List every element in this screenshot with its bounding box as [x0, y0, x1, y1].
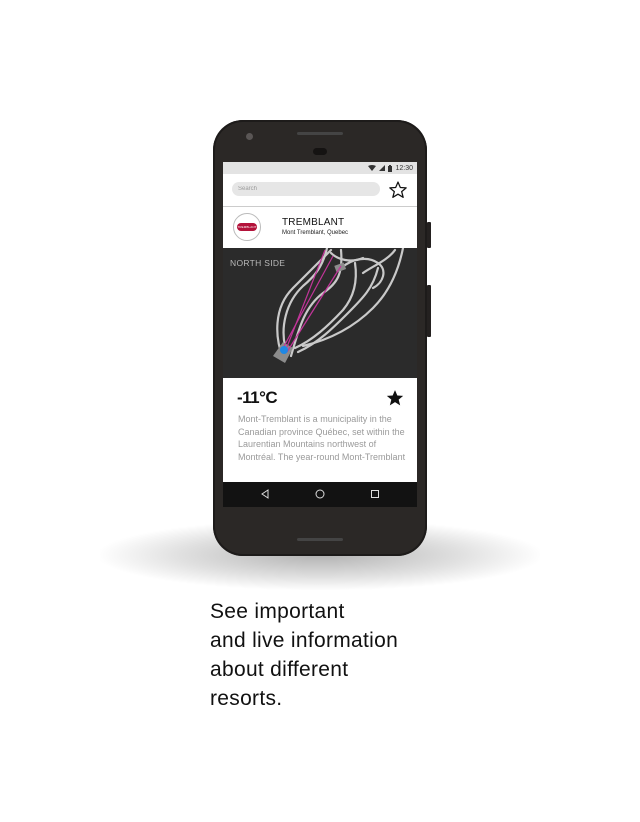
resort-info-card: -11°C Mont-Tremblant is a municipality i… — [223, 378, 417, 482]
temperature-readout: -11°C — [237, 388, 278, 407]
resort-header[interactable]: TREMBLANT TREMBLANT Mont Tremblant, Queb… — [223, 207, 417, 248]
search-bar — [223, 174, 417, 207]
star-filled-icon[interactable] — [385, 388, 405, 408]
status-bar: 12:30 — [223, 162, 417, 174]
battery-icon — [388, 164, 393, 172]
android-nav-bar — [223, 482, 417, 507]
front-camera — [246, 133, 253, 140]
search-input[interactable] — [232, 182, 380, 196]
back-icon[interactable] — [259, 488, 271, 500]
top-bezel-line — [297, 132, 343, 135]
map-area-label: NORTH SIDE — [230, 258, 286, 268]
caption-line-3: about different — [210, 658, 349, 681]
caption-line-4: resorts. — [210, 687, 283, 710]
resort-logo: TREMBLANT — [233, 213, 261, 241]
wifi-icon — [368, 165, 377, 171]
resort-location: Mont Tremblant, Quebec — [282, 230, 349, 236]
status-time: 12:30 — [395, 164, 413, 172]
volume-button — [427, 222, 431, 248]
signal-icon — [379, 165, 386, 171]
trail-map[interactable]: NORTH SIDE — [223, 248, 417, 378]
bottom-bezel-line — [297, 538, 343, 541]
resort-name: TREMBLANT — [282, 217, 345, 228]
earpiece-speaker — [313, 148, 327, 155]
marketing-caption: See important and live information about… — [210, 597, 470, 713]
power-button — [427, 285, 431, 337]
app-screen: 12:30 TREMBLANT TREMBLANT Mont Tremblant… — [223, 162, 417, 507]
caption-line-2: and live information — [210, 629, 399, 652]
home-icon[interactable] — [314, 488, 326, 500]
star-outline-icon[interactable] — [388, 180, 408, 200]
recents-icon[interactable] — [369, 488, 381, 500]
resort-description: Mont-Tremblant is a municipality in the … — [238, 414, 406, 462]
resort-logo-text: TREMBLANT — [237, 223, 257, 231]
current-location-dot — [280, 346, 288, 354]
caption-line-1: See important — [210, 600, 345, 623]
